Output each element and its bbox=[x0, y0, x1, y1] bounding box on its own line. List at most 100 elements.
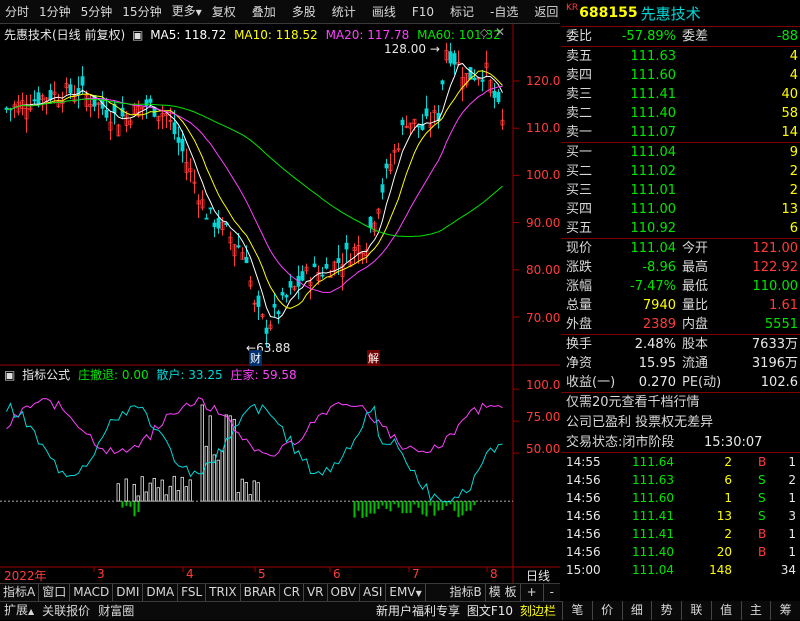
candle-body bbox=[285, 295, 288, 297]
level-price: 110.92 bbox=[631, 219, 677, 238]
tick-trades[interactable]: 14:55111.642B114:56111.636S214:56111.601… bbox=[562, 453, 800, 579]
indicator-bar bbox=[225, 415, 228, 501]
candle-body bbox=[381, 185, 384, 192]
tab-fsl[interactable]: FSL bbox=[178, 584, 206, 601]
tab-jia[interactable]: 价 bbox=[592, 601, 622, 620]
level-label: 买一 bbox=[566, 143, 592, 162]
buy-level-row[interactable]: 买一111.049 bbox=[562, 143, 800, 162]
tick-trade-row: 14:56111.4020B1 bbox=[562, 543, 800, 561]
indicator-bar bbox=[378, 501, 380, 509]
buy-level-row[interactable]: 买四111.0013 bbox=[562, 200, 800, 219]
high-price-label: 128.00 → bbox=[384, 42, 440, 56]
menu-15min[interactable]: 15分钟 bbox=[117, 0, 166, 24]
level-price: 111.60 bbox=[631, 66, 677, 85]
y-tick-label: 120.0 bbox=[526, 74, 560, 88]
indicator-bar bbox=[138, 501, 140, 512]
menu-intraday[interactable]: 分时 bbox=[0, 0, 34, 24]
tab-lian[interactable]: 联 bbox=[681, 601, 711, 620]
quote-row: 涨幅-7.47%最低110.00 bbox=[562, 277, 800, 296]
sell-level-row[interactable]: 卖五111.634 bbox=[562, 47, 800, 66]
zoom-out-button[interactable]: - bbox=[544, 584, 560, 601]
menu-1min[interactable]: 1分钟 bbox=[34, 0, 76, 24]
indicator-bar bbox=[418, 501, 420, 508]
tab-window[interactable]: 窗口 bbox=[39, 584, 70, 601]
quote-label: 量比 bbox=[682, 296, 708, 315]
trade-side: B bbox=[758, 525, 766, 543]
menu-overlay[interactable]: 叠加 bbox=[247, 0, 281, 24]
indicator-bar bbox=[149, 483, 152, 501]
buy-level-row[interactable]: 买五110.926 bbox=[562, 219, 800, 238]
tab-indicator-a[interactable]: 指标A bbox=[0, 584, 39, 601]
ind-y-tick-label: 50.00 bbox=[526, 442, 560, 456]
tab-bi[interactable]: 笔 bbox=[562, 601, 592, 620]
sell-level-row[interactable]: 卖四111.604 bbox=[562, 66, 800, 85]
chart-close-icon[interactable]: ✕ bbox=[495, 25, 505, 39]
menu-stats[interactable]: 统计 bbox=[327, 0, 361, 24]
menu-more[interactable]: 更多▼ bbox=[167, 0, 207, 25]
tab-dmi[interactable]: DMI bbox=[113, 584, 143, 601]
earnings-marker[interactable]: 财 bbox=[249, 350, 262, 366]
quote-row: 现价111.04今开121.00 bbox=[562, 239, 800, 258]
indicator-bar bbox=[181, 477, 184, 501]
sell-level-row[interactable]: 卖一111.0714 bbox=[562, 123, 800, 142]
period-label[interactable]: 日线 bbox=[526, 567, 550, 584]
unlock-marker[interactable]: 解 bbox=[367, 350, 380, 366]
indicator-bar bbox=[362, 501, 364, 518]
status-wealth-circle[interactable]: 财富圈 bbox=[94, 602, 138, 620]
candle-body bbox=[209, 208, 212, 209]
indicator-bar bbox=[169, 486, 172, 501]
trade-time: 14:56 bbox=[566, 471, 601, 489]
status-expand[interactable]: 扩展▲ bbox=[0, 601, 38, 621]
sidebar-toggle-link[interactable]: 刻边栏 bbox=[520, 604, 556, 618]
tab-zhi[interactable]: 值 bbox=[711, 601, 741, 620]
quote-label: 现价 bbox=[566, 239, 592, 258]
indicator-bar bbox=[390, 501, 392, 511]
tab-trix[interactable]: TRIX bbox=[206, 584, 240, 601]
chart-diamond-icon[interactable]: ◇ bbox=[480, 26, 488, 39]
tab-dma[interactable]: DMA bbox=[143, 584, 178, 601]
menu-draw-line[interactable]: 画线 bbox=[367, 0, 401, 24]
tab-template[interactable]: 模 板 bbox=[486, 584, 521, 601]
kline-chart[interactable] bbox=[0, 24, 560, 583]
promo-level2[interactable]: 仅需20元查看千档行情 bbox=[566, 393, 700, 412]
menu-remove-watchlist[interactable]: -自选 bbox=[485, 0, 523, 24]
indicator-settings-icon[interactable]: ▣ bbox=[4, 368, 15, 382]
menu-mark[interactable]: 标记 bbox=[445, 0, 479, 24]
buy-level-row[interactable]: 买二111.022 bbox=[562, 162, 800, 181]
tab-vr[interactable]: VR bbox=[304, 584, 328, 601]
indicator-bar bbox=[201, 405, 204, 501]
menu-f10[interactable]: F10 bbox=[407, 0, 439, 24]
arrow-right-icon: → bbox=[426, 42, 440, 56]
tab-indicator-b[interactable]: 指标B bbox=[447, 584, 486, 601]
tab-macd[interactable]: MACD bbox=[70, 584, 113, 601]
new-user-benefits-link[interactable]: 新用户福利专享 bbox=[376, 604, 460, 618]
tab-obv[interactable]: OBV bbox=[328, 584, 361, 601]
sell-level-row[interactable]: 卖二111.4058 bbox=[562, 104, 800, 123]
quote-value: 121.00 bbox=[753, 239, 799, 258]
chart-settings-icon[interactable]: ▣ bbox=[132, 28, 143, 42]
menu-multi-stock[interactable]: 多股 bbox=[287, 0, 321, 24]
tab-shi[interactable]: 势 bbox=[651, 601, 681, 620]
trade-count: 34 bbox=[781, 561, 796, 579]
promo-row[interactable]: 仅需20元查看千档行情 bbox=[562, 393, 800, 413]
menu-5min[interactable]: 5分钟 bbox=[76, 0, 118, 24]
sell-level-row[interactable]: 卖三111.4140 bbox=[562, 85, 800, 104]
menu-fuquan[interactable]: 复权 bbox=[207, 0, 241, 24]
tab-asi[interactable]: ASI bbox=[360, 584, 386, 601]
stock-code: 688155 bbox=[579, 5, 637, 21]
status-related-quotes[interactable]: 关联报价 bbox=[38, 602, 94, 620]
graphic-f10-link[interactable]: 图文F10 bbox=[467, 604, 513, 618]
tab-cr[interactable]: CR bbox=[280, 584, 304, 601]
ma5-label: MA5: 118.72 bbox=[150, 28, 226, 42]
webi-row: 委比 -57.89% 委差 -88 bbox=[562, 27, 800, 46]
tab-xi[interactable]: 细 bbox=[622, 601, 652, 620]
zoom-in-button[interactable]: + bbox=[521, 584, 544, 601]
level-price: 111.02 bbox=[631, 162, 677, 181]
menu-back[interactable]: 返回 bbox=[529, 0, 563, 24]
tab-emv[interactable]: EMV▼ bbox=[386, 584, 425, 602]
tab-zhu[interactable]: 主 bbox=[741, 601, 771, 620]
buy-level-row[interactable]: 买三111.012 bbox=[562, 181, 800, 200]
level-volume: 4 bbox=[790, 66, 798, 85]
tab-chou[interactable]: 筹 bbox=[770, 601, 800, 620]
tab-brar[interactable]: BRAR bbox=[241, 584, 281, 601]
